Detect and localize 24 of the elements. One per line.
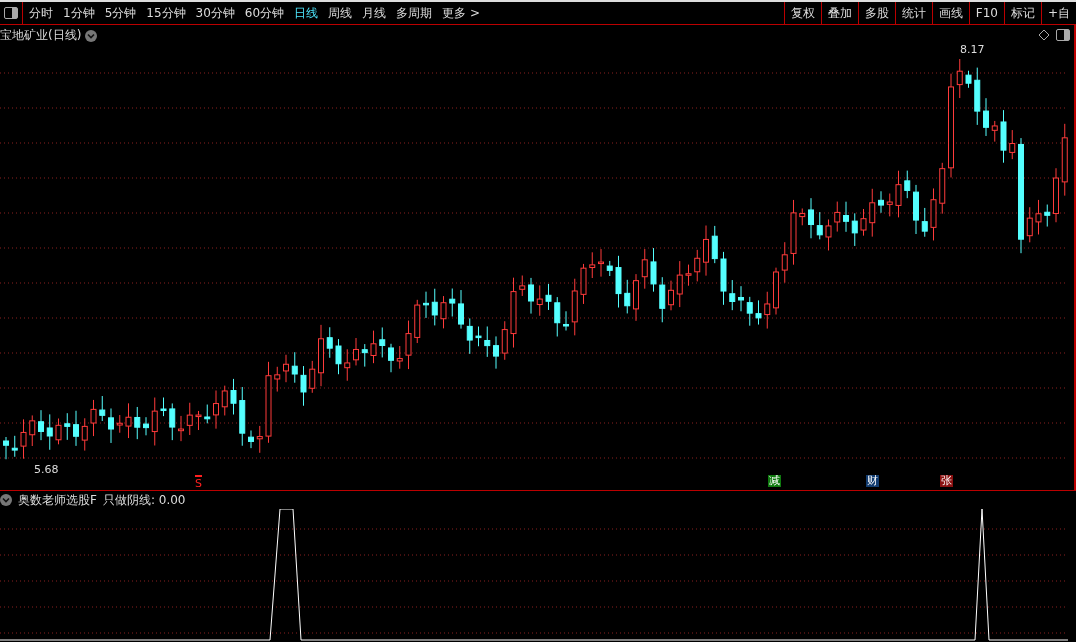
- panel-toggle-icon[interactable]: [1056, 29, 1070, 41]
- period-tab[interactable]: 60分钟: [244, 4, 285, 22]
- indicator-reading: 只做阴线: 0.00: [102, 491, 186, 509]
- diamond-icon[interactable]: [1038, 29, 1050, 41]
- period-tab[interactable]: 30分钟: [195, 4, 235, 22]
- period-tab[interactable]: 15分钟: [146, 4, 186, 22]
- period-tab[interactable]: 月线: [362, 4, 387, 22]
- period-tab[interactable]: 多周期: [396, 4, 433, 22]
- signal-badge: 减: [768, 475, 781, 487]
- signal-badge: 张: [940, 475, 953, 487]
- period-tab[interactable]: 更多 >: [442, 4, 480, 22]
- panel-toggle-icon[interactable]: [4, 7, 18, 19]
- chevron-down-icon[interactable]: [85, 29, 98, 42]
- period-tab[interactable]: 周线: [328, 4, 353, 22]
- period-tab[interactable]: 分时: [29, 4, 53, 22]
- signal-badge: 财: [866, 475, 879, 487]
- chevron-down-icon[interactable]: [0, 494, 12, 506]
- indicator-title: 奥数老师选股F: [18, 491, 97, 509]
- chart-title: 宝地矿业(日线): [0, 27, 82, 44]
- high-price-label: 8.17: [960, 43, 985, 56]
- period-tab[interactable]: 5分钟: [104, 4, 137, 22]
- period-tab[interactable]: 1分钟: [63, 4, 95, 22]
- period-tab[interactable]: 日线: [294, 4, 319, 22]
- low-price-label: 5.68: [34, 463, 59, 476]
